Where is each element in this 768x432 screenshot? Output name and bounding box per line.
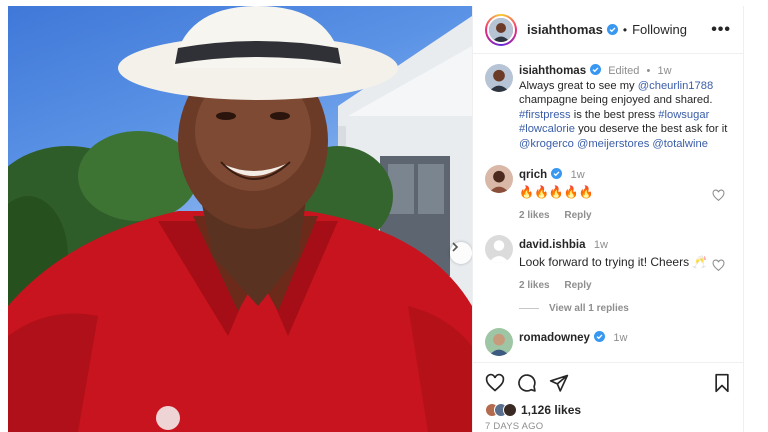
verified-badge-icon [590, 64, 602, 75]
post-side-panel: isiahthomas • Following ••• isiahthomas … [472, 6, 744, 432]
like-comment-heart-icon[interactable] [712, 259, 725, 272]
mention-link[interactable]: @totalwine [652, 138, 708, 150]
liker-avatar [503, 403, 517, 417]
reply-button[interactable]: Reply [564, 210, 591, 221]
post-photo-illustration [8, 6, 472, 432]
comment-likes[interactable]: 2 likes [519, 280, 550, 291]
post-footer: 1,126 likes 7 DAYS AGO [473, 362, 743, 432]
comment-item: david.ishbia 1w Look forward to trying i… [485, 235, 731, 291]
caption-body: you deserve the best ask for it [574, 123, 728, 135]
share-icon [549, 374, 569, 392]
comment-time[interactable]: 1w [571, 169, 585, 181]
verified-badge-icon [606, 24, 618, 35]
comment-text: 🔥🔥🔥🔥🔥 [519, 185, 594, 199]
comment-button[interactable] [517, 373, 537, 393]
verified-badge-icon [551, 168, 563, 179]
caption-text: isiahthomas Edited • 1w Always great to … [519, 64, 731, 151]
comment-time[interactable]: 1w [613, 332, 627, 344]
comments-section[interactable]: isiahthomas Edited • 1w Always great to … [473, 54, 743, 360]
caption-row: isiahthomas Edited • 1w Always great to … [485, 64, 731, 151]
hashtag-link[interactable]: #lowsugar [658, 109, 709, 121]
mention-link[interactable]: @meijerstores [577, 138, 649, 150]
caption-time[interactable]: 1w [658, 65, 672, 77]
bookmark-icon [715, 373, 729, 393]
commenter-avatar[interactable] [485, 165, 513, 193]
following-button[interactable]: Following [632, 22, 687, 37]
caption-edited: Edited [608, 65, 640, 77]
post-timestamp[interactable]: 7 DAYS AGO [485, 421, 731, 432]
commenter-username[interactable]: romadowney [519, 332, 590, 344]
verified-badge-icon [593, 331, 605, 342]
share-button[interactable] [549, 373, 569, 393]
caption-body: Always great to see my [519, 79, 638, 92]
reply-button[interactable]: Reply [564, 280, 591, 291]
likes-count[interactable]: 1,126 likes [521, 403, 581, 417]
caption-username[interactable]: isiahthomas [519, 65, 586, 77]
action-bar [485, 371, 731, 395]
caption-avatar[interactable] [485, 64, 513, 92]
next-image-button[interactable] [450, 242, 472, 264]
like-button[interactable] [485, 373, 505, 393]
commenter-avatar[interactable] [485, 328, 513, 356]
comment-time[interactable]: 1w [594, 239, 608, 251]
caption-body: champagne being enjoyed and shared. [519, 94, 713, 106]
commenter-avatar[interactable] [485, 235, 513, 263]
post-image[interactable] [8, 6, 472, 432]
comment-icon [518, 374, 536, 392]
like-comment-heart-icon[interactable] [712, 189, 725, 202]
comment-likes[interactable]: 2 likes [519, 210, 550, 221]
caption-body: is the best press [570, 108, 659, 121]
post-header: isiahthomas • Following ••• [473, 6, 743, 54]
comment-item: romadowney 1w [485, 328, 731, 356]
heart-icon [485, 373, 505, 392]
commenter-username[interactable]: david.ishbia [519, 239, 585, 251]
view-replies-button[interactable]: View all 1 replies [519, 303, 731, 314]
hashtag-link[interactable]: #firstpress [519, 109, 571, 121]
view-replies-label: View all 1 replies [549, 303, 629, 314]
author-username[interactable]: isiahthomas [527, 22, 603, 37]
comment-text: Look forward to trying it! Cheers 🥂 [519, 255, 708, 269]
mention-link[interactable]: @krogerco [519, 138, 574, 150]
caption-separator: • [646, 65, 651, 77]
commenter-username[interactable]: qrich [519, 169, 547, 181]
save-button[interactable] [713, 373, 731, 393]
header-separator: • [622, 22, 628, 37]
mention-link[interactable]: @cheurlin1788 [638, 80, 713, 92]
hashtag-link[interactable]: #lowcalorie [519, 123, 575, 135]
likes-row[interactable]: 1,126 likes [485, 403, 731, 417]
author-avatar[interactable] [485, 13, 517, 46]
replies-divider [519, 308, 539, 309]
comment-item: qrich 1w 🔥🔥🔥🔥🔥 2 likes Reply [485, 165, 731, 221]
more-options-icon[interactable]: ••• [711, 21, 731, 39]
chevron-right-icon [452, 242, 459, 252]
